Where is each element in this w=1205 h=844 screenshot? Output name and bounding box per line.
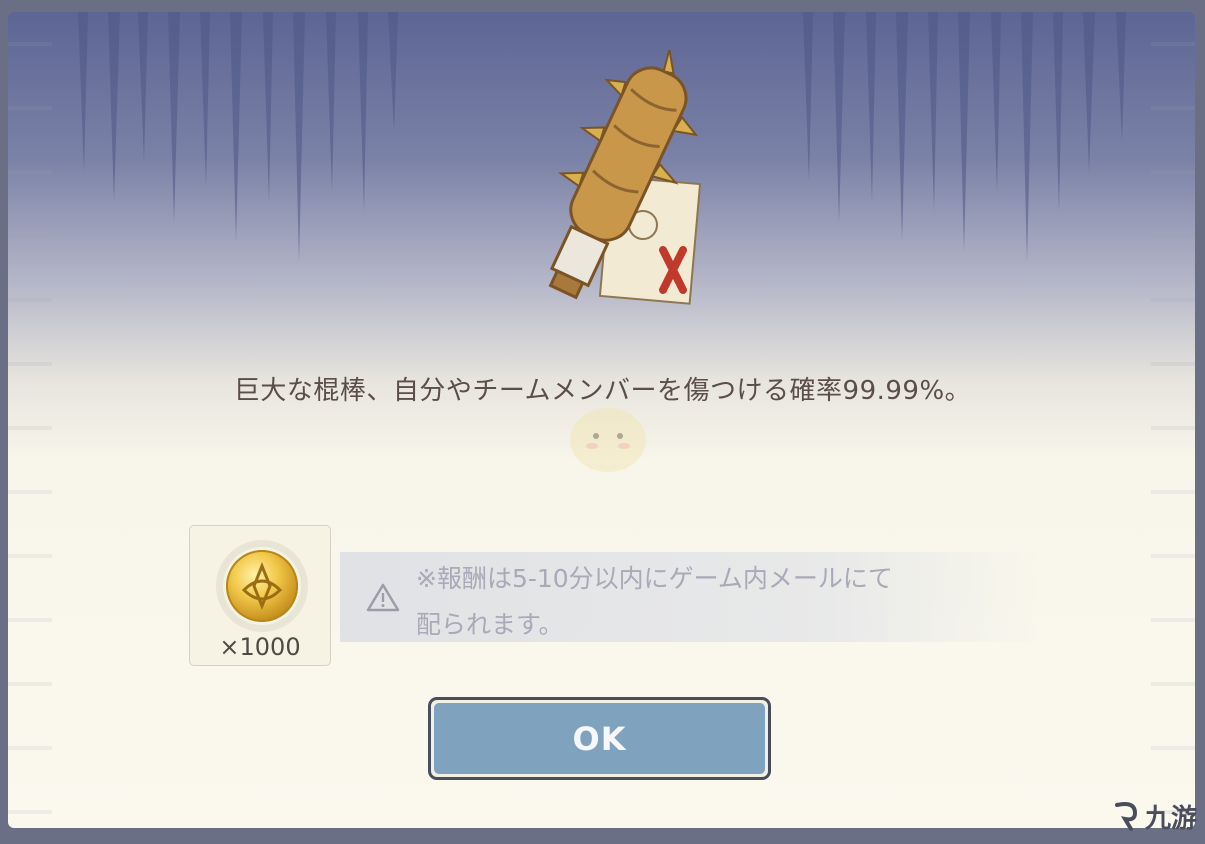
notice-text: ※報酬は5-10分以内にゲーム内メールにて 配られます。 [416,556,1016,648]
reward-count: ×1000 [219,633,301,661]
primogem-icon [226,550,298,622]
ok-button-label: OK [434,703,765,774]
jiuyou-logo-icon [1115,802,1138,831]
notice-line-1: ※報酬は5-10分以内にゲーム内メールにて [416,564,893,593]
ok-button[interactable]: OK [428,697,771,780]
reward-item-card[interactable]: ×1000 [189,525,331,666]
item-description: 巨大な棍棒、自分やチームメンバーを傷つける確率99.99%。 [233,376,972,406]
watermark: 九游 [1109,796,1201,836]
watermark-text: 九游 [1145,803,1198,834]
notice-line-2: 配られます。 [416,610,564,639]
warning-icon [366,583,400,612]
spiked-club-icon [548,50,702,305]
